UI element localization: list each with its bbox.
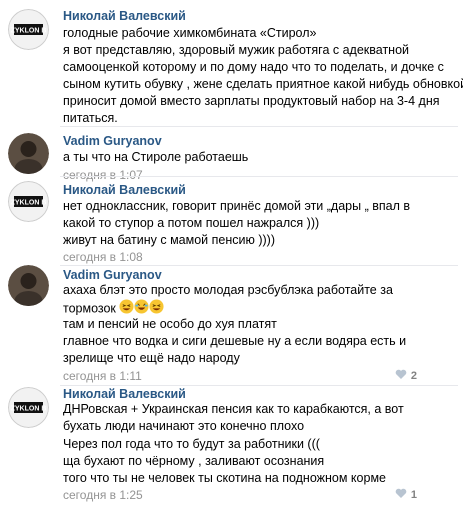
comment-text-line: живут на батину с мамой пенсию )))) (63, 233, 275, 247)
comment-author[interactable]: Николай Валевский (63, 387, 186, 401)
comment-text-line: Через пол года что то будут за работники… (63, 437, 320, 451)
comment-text-line: зрелище что ещё надо народу (63, 351, 240, 365)
comment-date[interactable]: сегодня в 1:07 (63, 168, 143, 182)
svg-text:ZYKLON B: ZYKLON B (11, 28, 47, 35)
comment-text-line: какой то ступор а потом пошел нажрался )… (63, 216, 320, 230)
comment-text-line: того что ты не человек ты скотина на под… (63, 471, 386, 485)
comment-text-line: а ты что на Стироле работаешь (63, 150, 249, 164)
comment-text-line: я вот представляю, здоровый мужик работя… (63, 43, 410, 57)
like-button[interactable]: 1 (395, 488, 417, 502)
like-button[interactable]: 2 (395, 369, 417, 383)
divider (60, 126, 458, 127)
comment-text-line: нет одноклассник, говорит принёс домой э… (63, 199, 410, 213)
comment-text-line: самооценкой которому и по дому надо что … (63, 60, 444, 74)
comment-text-line: там и пенсий не особо до хуя платят (63, 317, 277, 331)
comment-text-line: приносит домой вместо зарплаты продуктов… (63, 94, 440, 108)
comment-text-line: бухать люди начинают это конечно плохо (63, 419, 305, 433)
avatar[interactable] (8, 133, 49, 174)
comment-author[interactable]: Николай Валевский (63, 183, 186, 197)
comment-date[interactable]: сегодня в 1:11 (63, 369, 142, 383)
avatar[interactable]: ZYKLON B (8, 387, 49, 428)
svg-text:ZYKLON B: ZYKLON B (11, 200, 47, 207)
divider (60, 265, 458, 266)
heart-icon (395, 369, 407, 383)
svg-text:ZYKLON B: ZYKLON B (11, 406, 47, 413)
divider (60, 176, 458, 177)
comment-text-line: сыном кутить обувку , жене сделать прият… (63, 77, 463, 91)
comment-author[interactable]: Vadim Guryanov (63, 268, 162, 282)
heart-icon (395, 488, 407, 502)
like-count: 2 (410, 370, 417, 382)
comment-text-line: голодные рабочие химкомбината «Стирол» (63, 26, 317, 40)
like-count: 1 (410, 489, 417, 501)
avatar[interactable] (8, 265, 49, 306)
comment-text-line: ща бухают по чёрному , заливают осознани… (63, 454, 325, 468)
comment-text: тормозок (63, 301, 116, 316)
comment-text-line: главное что водка и сиги дешевые ну а ес… (63, 334, 407, 348)
comment-text-line: ахаха блэт это просто молодая рэсбублэка… (63, 283, 393, 297)
comment-text-line: ДНРовская + Украинская пенсия как то кар… (63, 402, 404, 416)
comment-date[interactable]: сегодня в 1:25 (63, 488, 143, 502)
avatar[interactable]: ZYKLON B (8, 9, 49, 50)
comment-author[interactable]: Николай Валевский (63, 9, 186, 23)
comment-date[interactable]: сегодня в 1:08 (63, 250, 143, 264)
divider (60, 385, 458, 386)
avatar[interactable]: ZYKLON B (8, 181, 49, 222)
comment-text-line: питаться. (63, 111, 118, 125)
comment-author[interactable]: Vadim Guryanov (63, 134, 162, 148)
